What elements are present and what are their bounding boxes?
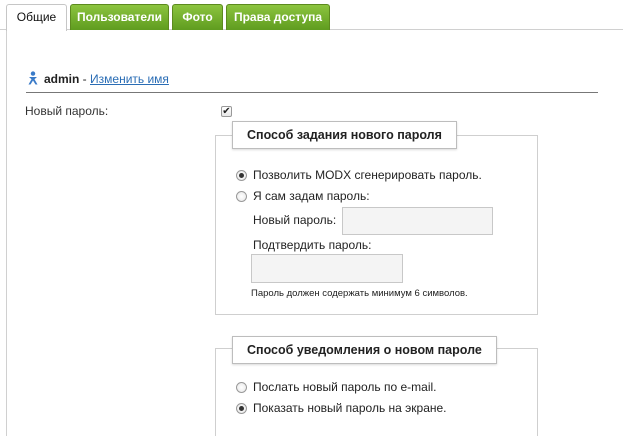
header-divider: [26, 92, 598, 93]
user-name: admin: [44, 72, 80, 86]
name-separator: -: [79, 72, 91, 86]
new-password-input[interactable]: [342, 207, 493, 235]
radio-manual-password[interactable]: [236, 191, 247, 202]
new-password-checkbox[interactable]: ✔: [221, 106, 232, 117]
option-manual-label: Я сам задам пароль:: [253, 189, 370, 203]
user-icon: [28, 71, 38, 85]
tab-bar: Общие Пользователи Фото Права доступа: [0, 0, 623, 31]
tab-users[interactable]: Пользователи: [70, 4, 169, 30]
tab-photo[interactable]: Фото: [172, 4, 223, 30]
confirm-password-input[interactable]: [251, 254, 403, 283]
user-header: admin - Изменить имя: [26, 71, 169, 86]
tab-access-rights[interactable]: Права доступа: [226, 4, 330, 30]
rename-link[interactable]: Изменить имя: [90, 72, 169, 86]
password-hint: Пароль должен содержать минимум 6 символ…: [251, 288, 468, 299]
option-generate-label: Позволить MODX сгенерировать пароль.: [253, 168, 482, 182]
radio-notify-email[interactable]: [236, 382, 247, 393]
field-new-password-label: Новый пароль:: [253, 213, 337, 227]
radio-generate-password[interactable]: [236, 170, 247, 181]
checkmark-icon: ✔: [222, 106, 231, 117]
radio-notify-screen[interactable]: [236, 403, 247, 414]
option-email-label: Послать новый пароль по e-mail.: [253, 380, 437, 394]
notify-method-legend: Способ уведомления о новом пароле: [232, 336, 497, 364]
tab-general[interactable]: Общие: [6, 4, 67, 31]
new-password-label: Новый пароль:: [25, 104, 109, 118]
field-confirm-password-label: Подтвердить пароль:: [253, 238, 372, 252]
option-screen-label: Показать новый пароль на экране.: [253, 401, 447, 415]
password-method-legend: Способ задания нового пароля: [232, 121, 457, 149]
